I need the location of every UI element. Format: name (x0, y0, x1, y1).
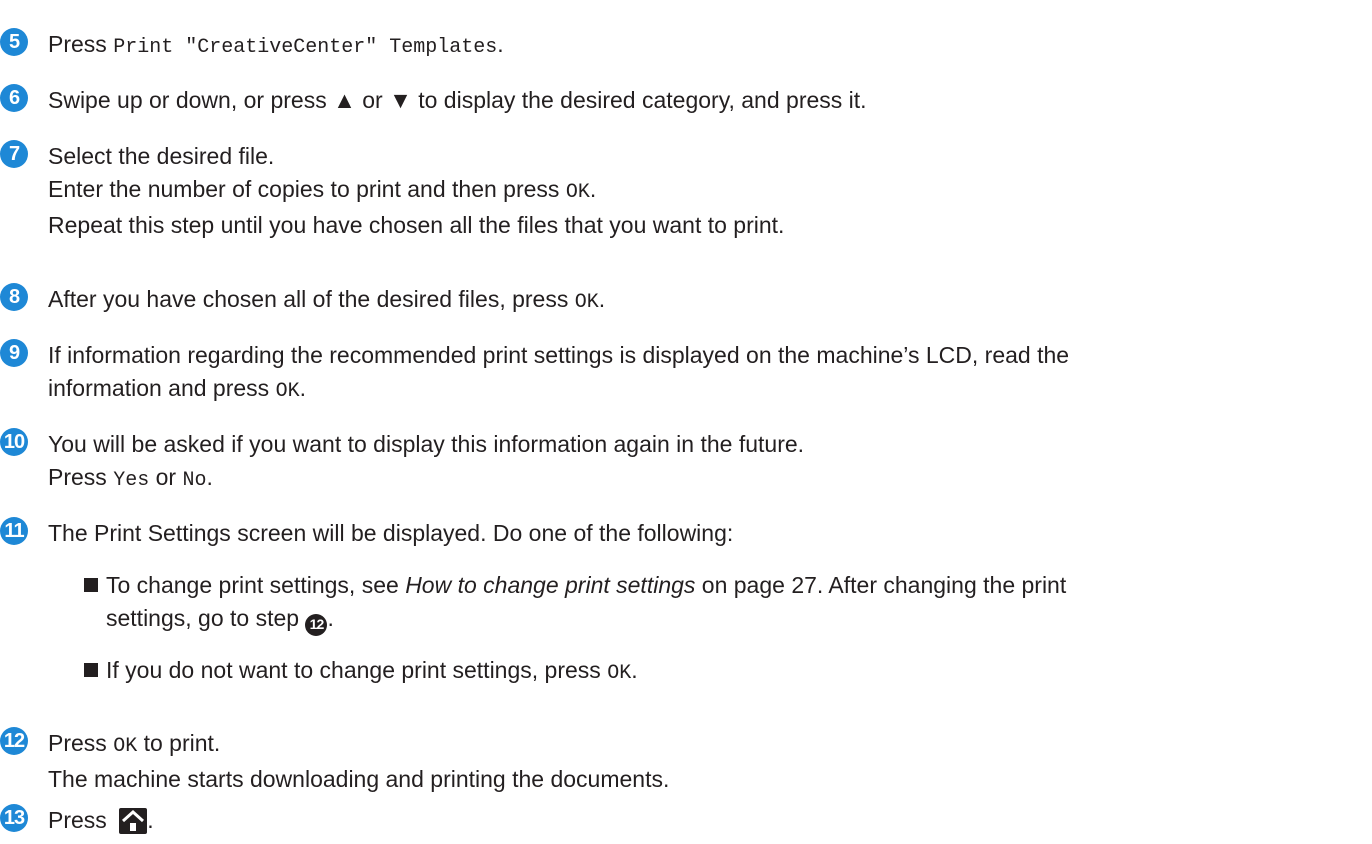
step-number-badge: 12 (0, 727, 28, 755)
step-number-badge: 6 (0, 84, 28, 112)
step-number-badge: 13 (0, 804, 28, 832)
step-text: Press Print "CreativeCenter" Templates. (48, 31, 504, 59)
step-text: Select the desired file. Enter the numbe… (48, 143, 785, 238)
step-text: The Print Settings screen will be displa… (48, 520, 734, 546)
bullet-square-icon (84, 663, 98, 677)
step-number-badge: 8 (0, 283, 28, 311)
cross-reference-link[interactable]: How to change print settings (405, 572, 695, 598)
home-icon (119, 808, 148, 843)
bullet-square-icon (84, 578, 98, 592)
bullet-item-no-change: If you do not want to change print setti… (84, 654, 638, 690)
step-text: If information regarding the recommended… (48, 342, 1070, 403)
step-text: Swipe up or down, or press ▲ or ▼ to dis… (48, 87, 867, 113)
step-reference-badge: 12 (305, 613, 328, 636)
step-text: Press . (48, 804, 154, 843)
step-text: After you have chosen all of the desired… (48, 286, 606, 314)
step-number-badge: 10 (0, 428, 28, 456)
step-number-badge: 7 (0, 140, 28, 168)
bullet-item-change-settings: To change print settings, see How to cha… (84, 569, 1066, 636)
step-number-badge: 9 (0, 339, 28, 367)
step-text: You will be asked if you want to display… (48, 431, 805, 492)
step-number-badge: 5 (0, 28, 28, 56)
menu-option: Print "CreativeCenter" Templates (113, 36, 498, 59)
step-number-badge: 11 (0, 517, 28, 545)
step-text: Press OK to print. The machine starts do… (48, 730, 670, 792)
